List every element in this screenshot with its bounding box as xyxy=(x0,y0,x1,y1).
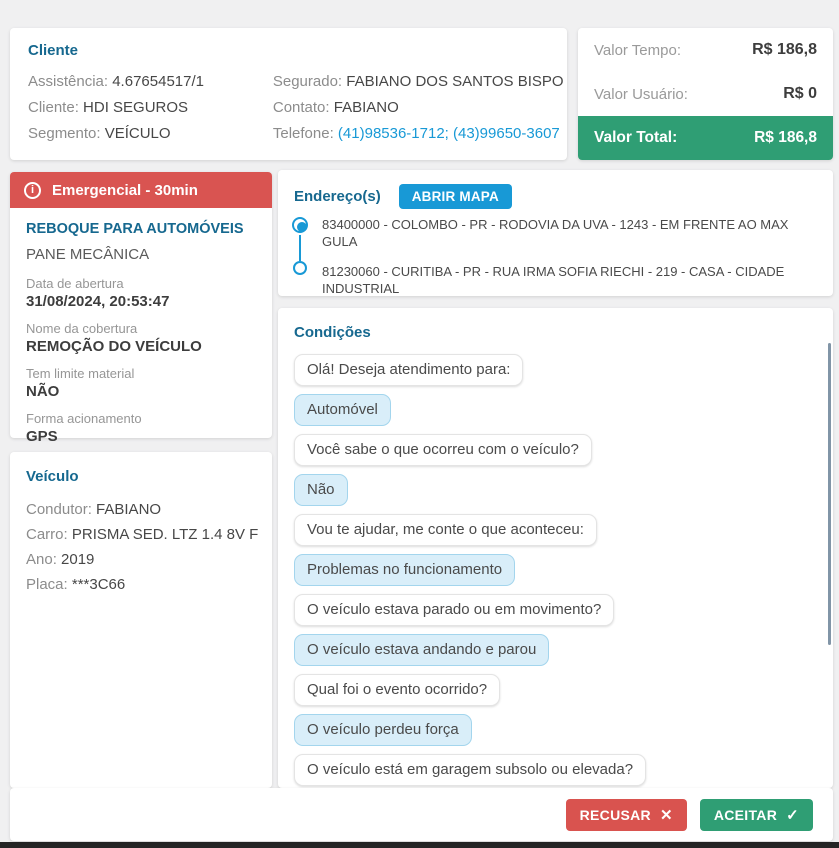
chat-scrollbar-thumb[interactable] xyxy=(828,343,831,645)
segment: VEÍCULO xyxy=(104,125,171,142)
driver-name: FABIANO xyxy=(96,501,162,518)
close-icon: ✕ xyxy=(659,806,673,824)
emergency-label: Emergencial - 30min xyxy=(52,181,198,199)
open-map-button[interactable]: ABRIR MAPA xyxy=(398,184,512,209)
phone-link[interactable]: (41)98536-1712; (43)99650-3607 xyxy=(338,125,560,142)
client-card-title: Cliente xyxy=(28,42,79,59)
info-icon: i xyxy=(24,181,41,199)
insured-row: Segurado: FABIANO DOS SANTOS BISPO xyxy=(272,73,564,90)
activation-form-field: Forma acionamento GPS xyxy=(26,411,256,445)
driver-row: Condutor: FABIANO xyxy=(26,501,162,518)
origin-radio-selected-icon[interactable] xyxy=(292,217,308,233)
car-plate: ***3C66 xyxy=(71,576,126,593)
destination-address: 81230060 - CURITIBA - PR - RUA IRMA SOFI… xyxy=(322,264,785,296)
assistance-number: 4.67654517/1 xyxy=(112,73,204,90)
vehicle-card: Veículo Condutor: FABIANO Carro: PRISMA … xyxy=(10,452,272,788)
accept-button[interactable]: ACEITAR ✓ xyxy=(699,798,813,831)
chat-user-message: O veículo estava andando e parou xyxy=(294,634,550,666)
chat-user-message: O veículo perdeu força xyxy=(294,714,472,746)
assistance-number-row: Assistência: 4.67654517/1 xyxy=(28,73,204,90)
client-card: Cliente Assistência: 4.67654517/1 Client… xyxy=(10,28,567,160)
decline-button[interactable]: RECUSAR ✕ xyxy=(565,798,687,831)
bottom-window-edge xyxy=(0,842,839,848)
insured-name: FABIANO DOS SANTOS BISPO xyxy=(346,73,564,90)
contact-row: Contato: FABIANO xyxy=(272,99,399,116)
opening-date-field: Data de abertura 31/08/2024, 20:53:47 xyxy=(26,276,256,310)
car-row: Carro: PRISMA SED. LTZ 1.4 8V F xyxy=(26,526,259,543)
client-name-row: Cliente: HDI SEGUROS xyxy=(28,99,189,116)
contact-name: FABIANO xyxy=(333,99,399,116)
total-value-row: Valor Total: R$ 186,8 xyxy=(578,116,833,160)
opening-date: 31/08/2024, 20:53:47 xyxy=(26,293,170,310)
user-value-row: Valor Usuário: R$ 0 xyxy=(594,85,817,103)
action-footer: RECUSAR ✕ ACEITAR ✓ xyxy=(10,788,833,841)
service-name: REBOQUE PARA AUTOMÓVEIS xyxy=(26,221,244,237)
time-value: R$ 186,8 xyxy=(752,41,817,58)
coverage-name-field: Nome da cobertura REMOÇÃO DO VEÍCULO xyxy=(26,321,256,355)
addresses-card: Endereço(s) ABRIR MAPA 83400000 - COLOMB… xyxy=(278,170,833,296)
chat-bot-message: Qual foi o evento ocorrido? xyxy=(294,674,501,706)
year-row: Ano: 2019 xyxy=(26,551,95,568)
car-year: 2019 xyxy=(61,551,95,568)
plate-row: Placa: ***3C66 xyxy=(26,576,126,593)
timeline-connector xyxy=(299,235,301,261)
chat-user-message: Problemas no funcionamento xyxy=(294,554,516,586)
client-name: HDI SEGUROS xyxy=(83,99,189,116)
chat-user-message: Automóvel xyxy=(294,394,391,426)
conditions-title: Condições xyxy=(294,324,371,341)
service-type: PANE MECÂNICA xyxy=(26,246,150,263)
origin-address: 83400000 - COLOMBO - PR - RODOVIA DA UVA… xyxy=(322,217,789,249)
material-limit: NÃO xyxy=(26,383,60,400)
activation-form: GPS xyxy=(26,428,58,445)
material-limit-field: Tem limite material NÃO xyxy=(26,366,256,400)
chat-user-message: Não xyxy=(294,474,348,506)
chat-bot-message: Você sabe o que ocorreu com o veículo? xyxy=(294,434,592,466)
total-value: R$ 186,8 xyxy=(754,129,817,146)
chat-bot-message: O veículo estava parado ou em movimento? xyxy=(294,594,615,626)
values-card: Valor Tempo: R$ 186,8 Valor Usuário: R$ … xyxy=(578,28,833,160)
addresses-title: Endereço(s) xyxy=(294,188,381,205)
chat-bot-message: O veículo está em garagem subsolo ou ele… xyxy=(294,754,647,786)
chat-bot-message: Olá! Deseja atendimento para: xyxy=(294,354,524,386)
time-value-row: Valor Tempo: R$ 186,8 xyxy=(594,41,817,59)
coverage-name: REMOÇÃO DO VEÍCULO xyxy=(26,338,202,355)
user-value: R$ 0 xyxy=(783,85,817,102)
vehicle-card-title: Veículo xyxy=(26,468,79,485)
segment-row: Segmento: VEÍCULO xyxy=(28,125,171,142)
car-model: PRISMA SED. LTZ 1.4 8V F xyxy=(71,526,259,543)
conditions-card: Condições Olá! Deseja atendimento para: … xyxy=(278,308,833,788)
chat-bot-message: Vou te ajudar, me conte o que aconteceu: xyxy=(294,514,597,546)
check-icon: ✓ xyxy=(786,806,799,824)
service-card: i Emergencial - 30min REBOQUE PARA AUTOM… xyxy=(10,172,272,445)
emergency-header: i Emergencial - 30min xyxy=(10,172,272,208)
phone-row: Telefone: (41)98536-1712; (43)99650-3607 xyxy=(272,125,560,142)
destination-radio-icon[interactable] xyxy=(293,261,307,275)
